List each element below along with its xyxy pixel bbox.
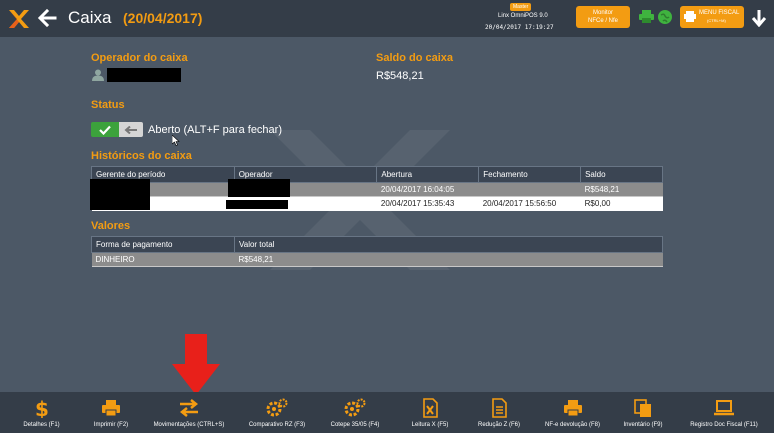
back-arrow-icon[interactable] <box>37 8 57 28</box>
nfe-devolucao-label: NF-e devolução (F8) <box>544 422 601 428</box>
globe-status-icon[interactable] <box>658 10 672 24</box>
cell-gerente <box>89 196 235 211</box>
values-label: Valores <box>91 220 131 232</box>
printer-icon <box>102 400 120 417</box>
down-arrow-icon[interactable] <box>751 9 767 27</box>
movements-button[interactable]: Movimentações (CTRL+S) <box>139 392 239 433</box>
col-saldo[interactable]: Saldo <box>580 166 663 183</box>
printer-icon <box>684 11 696 22</box>
cell-abertura: 20/04/2017 15:35:43 <box>376 196 479 211</box>
operator-name-redacted <box>107 68 181 82</box>
arrow-left-icon <box>124 125 137 134</box>
cell-saldo: R$548,21 <box>580 182 663 197</box>
col-fechamento[interactable]: Fechamento <box>478 166 582 183</box>
status-label: Status <box>91 99 125 111</box>
cell-valor: R$548,21 <box>234 252 663 267</box>
printer-status-icon[interactable] <box>639 10 654 23</box>
registro-doc-fiscal-button[interactable]: Registro Doc Fiscal (F11) <box>674 392 774 433</box>
bottom-toolbar: $ Detalhes (F1) Imprimir (F2) Movimentaç… <box>0 392 774 433</box>
history-table: Gerente do período Operador Abertura Fec… <box>89 166 663 211</box>
leitura-x-label: Leitura X (F5) <box>411 422 449 428</box>
files-icon <box>634 399 651 417</box>
environment-badge: Master <box>510 3 532 11</box>
laptop-icon <box>714 400 734 416</box>
cell-forma: DINHEIRO <box>91 252 235 267</box>
balance-label: Saldo do caixa <box>376 52 454 64</box>
top-bar: Caixa (20/04/2017) Master Linx OmniPOS 9… <box>0 0 774 37</box>
svg-text:$: $ <box>35 398 49 418</box>
monitor-button-line1: Monitor <box>592 10 613 16</box>
comparativo-rz-button[interactable]: Comparativo RZ (F3) <box>239 392 315 433</box>
cell-operador <box>226 196 377 211</box>
inventario-button[interactable]: Inventário (F9) <box>612 392 674 433</box>
status-text: Aberto (ALT+F para fechar) <box>148 124 282 136</box>
values-header-row: Forma de pagamento Valor total <box>91 236 663 253</box>
reducao-z-label: Redução Z (F6) <box>477 422 520 428</box>
print-button[interactable]: Imprimir (F2) <box>83 392 139 433</box>
toggle-off-part <box>119 122 143 137</box>
table-row[interactable]: 20/04/2017 16:04:05 R$548,21 <box>89 179 663 197</box>
background-watermark <box>270 130 450 270</box>
linx-logo-icon <box>9 10 29 28</box>
excel-file-icon <box>423 398 438 418</box>
status-toggle[interactable] <box>91 122 143 137</box>
col-valor-total[interactable]: Valor total <box>234 236 663 253</box>
cotepe-button[interactable]: Cotepe 35/05 (F4) <box>315 392 395 433</box>
printer-icon <box>563 400 582 417</box>
monitor-nfce-button[interactable]: Monitor NFCe / Nfe <box>576 6 630 28</box>
balance-value: R$548,21 <box>376 70 424 82</box>
red-annotation-arrow <box>172 334 220 395</box>
operator-label: Operador do caixa <box>91 52 188 64</box>
table-row[interactable]: 20/04/2017 15:35:43 20/04/2017 15:56:50 … <box>89 196 663 211</box>
comparativo-rz-label: Comparativo RZ (F3) <box>248 422 306 428</box>
nfe-devolucao-button[interactable]: NF-e devolução (F8) <box>533 392 612 433</box>
print-label: Imprimir (F2) <box>93 422 129 428</box>
cell-gerente <box>89 179 235 197</box>
menu-fiscal-label: MENU FISCAL <box>699 10 740 16</box>
app-version: Linx OmniPOS 9.0 <box>498 13 548 19</box>
cell-fechamento <box>478 182 581 197</box>
user-icon <box>92 69 104 81</box>
current-datetime: 20/04/2017 17:19:27 <box>485 24 554 31</box>
page-title: Caixa <box>68 8 112 27</box>
reducao-z-button[interactable]: Redução Z (F6) <box>465 392 533 433</box>
menu-fiscal-button[interactable]: MENU FISCAL (CTRL+M) <box>680 6 744 28</box>
leitura-x-button[interactable]: Leitura X (F5) <box>395 392 465 433</box>
check-icon <box>99 125 111 135</box>
details-button[interactable]: $ Detalhes (F1) <box>0 392 83 433</box>
menu-fiscal-shortcut: (CTRL+M) <box>707 18 726 23</box>
col-forma-pagamento[interactable]: Forma de pagamento <box>91 236 235 253</box>
monitor-button-line2: NFCe / Nfe <box>587 18 618 24</box>
toggle-on-part <box>91 122 119 137</box>
history-label: Históricos do caixa <box>91 150 192 162</box>
gears-icon <box>266 398 288 417</box>
history-header-row: Gerente do período Operador Abertura Fec… <box>91 166 663 183</box>
registro-doc-fiscal-label: Registro Doc Fiscal (F11) <box>690 422 758 428</box>
transfer-arrows-icon <box>179 399 199 417</box>
col-abertura[interactable]: Abertura <box>376 166 480 183</box>
mouse-cursor-icon <box>172 135 180 146</box>
table-row[interactable]: DINHEIRO R$548,21 <box>91 252 663 267</box>
cell-saldo: R$0,00 <box>580 196 663 211</box>
cell-operador <box>228 179 377 197</box>
values-table: Forma de pagamento Valor total DINHEIRO … <box>91 236 663 267</box>
cell-abertura: 20/04/2017 16:04:05 <box>376 182 479 197</box>
dollar-icon: $ <box>35 398 49 418</box>
gears-icon <box>344 398 366 417</box>
cell-fechamento: 20/04/2017 15:56:50 <box>478 196 581 211</box>
details-label: Detalhes (F1) <box>23 422 60 428</box>
cotepe-label: Cotepe 35/05 (F4) <box>330 422 380 428</box>
document-icon <box>492 398 507 418</box>
page-date: (20/04/2017) <box>123 10 203 26</box>
inventario-label: Inventário (F9) <box>623 422 663 428</box>
movements-label: Movimentações (CTRL+S) <box>153 422 225 428</box>
